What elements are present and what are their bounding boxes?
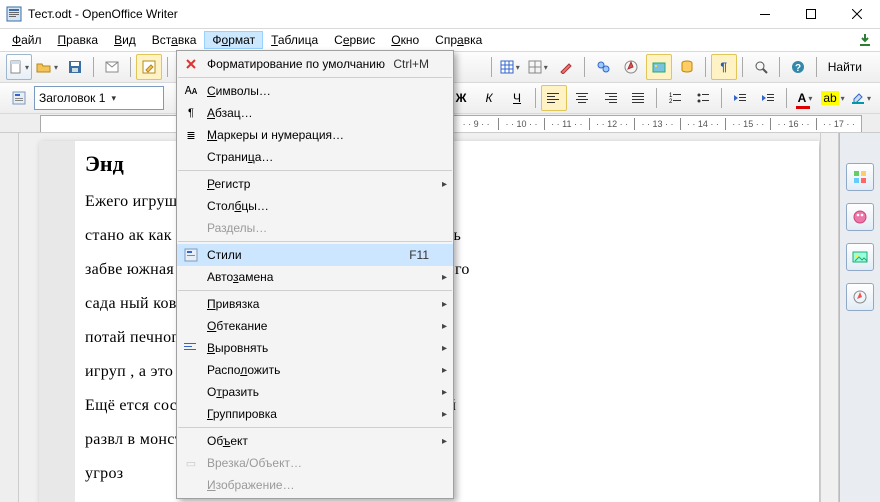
find-label[interactable]: Найти [822,60,868,74]
menu-insert[interactable]: Вставка [144,31,205,49]
help-icon[interactable]: ? [785,54,811,80]
sidebar-styles-icon[interactable] [846,203,874,231]
italic-button[interactable]: К [476,85,502,111]
menuitem-object[interactable]: Объект▸ [177,430,453,452]
minimize-button[interactable] [742,0,788,28]
bullet-list-button[interactable] [690,85,716,111]
menuitem-styles[interactable]: СтилиF11 [177,244,453,266]
menuitem-character[interactable]: 🗛Символы… [177,80,453,102]
open-button[interactable]: ▾ [34,54,60,80]
svg-text:?: ? [795,63,801,74]
zoom-button[interactable] [748,54,774,80]
menu-table[interactable]: Таблица [263,31,326,49]
menu-format[interactable]: Формат [204,31,263,49]
menuitem-sections: Разделы… [177,217,453,239]
highlight-button[interactable]: ab▾ [820,85,846,111]
menuitem-autocorrect[interactable]: Автозамена▸ [177,266,453,288]
styles-icon [183,247,199,263]
menuitem-default-format[interactable]: Форматирование по умолчаниюCtrl+M [177,53,453,75]
numbered-list-button[interactable]: 12 [662,85,688,111]
menuitem-arrange[interactable]: Расположить▸ [177,359,453,381]
menu-edit[interactable]: Правка [50,31,107,49]
close-button[interactable] [834,0,880,28]
character-icon: 🗛 [183,83,199,99]
font-color-button[interactable]: A▾ [792,85,818,111]
nonprinting-button[interactable]: ¶ [711,54,737,80]
menuitem-wrap[interactable]: Обтекание▸ [177,315,453,337]
menuitem-bullets[interactable]: ≣Маркеры и нумерация… [177,124,453,146]
align-left-button[interactable] [541,85,567,111]
datasource-button[interactable] [674,54,700,80]
title-bar: Тест.odt - OpenOffice Writer [0,0,880,29]
clear-format-icon [183,56,199,72]
sidebar [839,133,880,502]
table-button[interactable]: ▾ [497,54,523,80]
align-center-button[interactable] [569,85,595,111]
gallery-button[interactable] [646,54,672,80]
menu-window[interactable]: Окно [383,31,427,49]
find-icon-button[interactable] [590,54,616,80]
align-right-button[interactable] [597,85,623,111]
grid-button[interactable]: ▾ [525,54,551,80]
menuitem-flip[interactable]: Отразить▸ [177,381,453,403]
menuitem-anchor[interactable]: Привязка▸ [177,293,453,315]
save-button[interactable] [62,54,88,80]
format-menu-popup: Форматирование по умолчаниюCtrl+M 🗛Симво… [176,50,454,499]
menu-view[interactable]: Вид [106,31,144,49]
menuitem-columns[interactable]: Столбцы… [177,195,453,217]
styles-list-button[interactable] [6,85,32,111]
increase-indent-button[interactable] [755,85,781,111]
menuitem-group[interactable]: Группировка▸ [177,403,453,425]
decrease-indent-button[interactable] [727,85,753,111]
menuitem-image: Изображение… [177,474,453,496]
background-color-button[interactable]: ▾ [848,85,874,111]
paragraph-style-combo[interactable]: Заголовок 1▾ [34,86,164,110]
mail-button[interactable] [99,54,125,80]
paragraph-icon: ¶ [183,105,199,121]
menu-help[interactable]: Справка [427,31,490,49]
sidebar-navigator-icon[interactable] [846,283,874,311]
maximize-button[interactable] [788,0,834,28]
menu-tools[interactable]: Сервис [326,31,383,49]
menuitem-paragraph[interactable]: ¶Абзац… [177,102,453,124]
align-icon [183,340,199,356]
list-icon: ≣ [183,127,199,143]
menuitem-frame: ▭Врезка/Объект… [177,452,453,474]
sidebar-properties-icon[interactable] [846,163,874,191]
menuitem-align[interactable]: Выровнять▸ [177,337,453,359]
svg-text:2: 2 [669,99,673,104]
edit-mode-button[interactable] [136,54,162,80]
window-title: Тест.odt - OpenOffice Writer [28,7,178,21]
download-icon[interactable] [858,33,876,47]
menu-file[interactable]: Файл [4,31,50,49]
underline-button[interactable]: Ч [504,85,530,111]
frame-icon: ▭ [183,455,199,471]
vertical-ruler[interactable] [0,133,19,502]
menu-bar: Файл Правка Вид Вставка Формат Таблица С… [0,29,880,52]
vertical-scrollbar[interactable] [820,133,838,502]
menuitem-case[interactable]: Регистр▸ [177,173,453,195]
navigator-button[interactable] [618,54,644,80]
sidebar-gallery-icon[interactable] [846,243,874,271]
draw-button[interactable] [553,54,579,80]
app-icon [6,6,22,22]
align-justify-button[interactable] [625,85,651,111]
menuitem-page[interactable]: Страница… [177,146,453,168]
new-button[interactable]: ▾ [6,54,32,80]
